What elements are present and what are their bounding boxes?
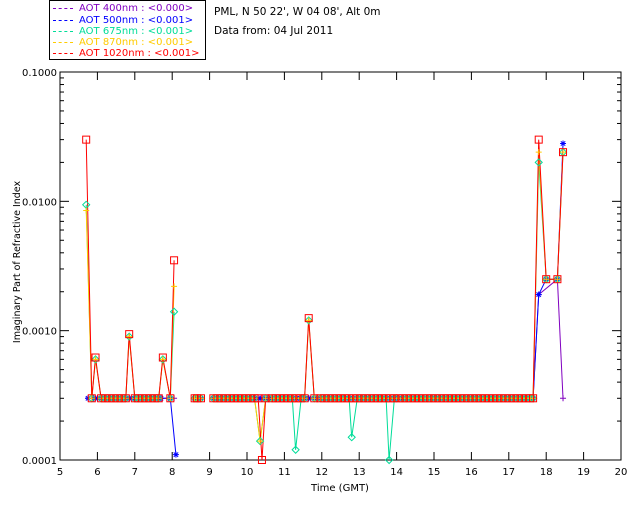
data-point-plus bbox=[535, 149, 542, 156]
data-point-plus bbox=[560, 395, 567, 402]
x-tick-label: 18 bbox=[540, 467, 553, 478]
x-tick-label: 13 bbox=[353, 467, 366, 478]
legend-label-1020nm: AOT 1020nm : <0.001> bbox=[79, 48, 200, 59]
data-point-star bbox=[535, 291, 542, 298]
site-info: PML, N 50 22', W 04 08', Alt 0m bbox=[214, 6, 381, 18]
x-tick-label: 11 bbox=[278, 467, 291, 478]
x-tick-label: 15 bbox=[428, 467, 441, 478]
legend-swatch-870nm bbox=[53, 41, 73, 43]
x-tick-label: 17 bbox=[502, 467, 515, 478]
data-point-star bbox=[172, 451, 179, 458]
y-tick-label: 0.0010 bbox=[22, 327, 57, 338]
y-tick-label: 0.0001 bbox=[22, 456, 57, 467]
x-axis-label: Time (GMT) bbox=[310, 483, 369, 494]
legend-swatch-500nm bbox=[53, 19, 73, 21]
data-point-star bbox=[560, 140, 567, 147]
x-tick-label: 12 bbox=[315, 467, 328, 478]
chart-canvas: 5 6 7 8 9 10 11 12 13 14 15 16 17 18 19 20 0.0001 0.0010 0… bbox=[12, 68, 628, 494]
x-tick-label: 8 bbox=[169, 467, 175, 478]
date-info: Data from: 04 Jul 2011 bbox=[214, 25, 334, 37]
x-tick-label: 9 bbox=[206, 467, 212, 478]
x-tick-label: 20 bbox=[615, 467, 628, 478]
legend-label-400nm: AOT 400nm : <0.000> bbox=[79, 3, 194, 14]
x-tick-label: 7 bbox=[132, 467, 138, 478]
x-tick-label: 19 bbox=[577, 467, 590, 478]
series-line bbox=[213, 278, 564, 399]
x-tick-label: 10 bbox=[241, 467, 254, 478]
legend-item-500nm: AOT 500nm : <0.001> bbox=[53, 15, 193, 26]
legend-swatch-675nm bbox=[53, 30, 73, 32]
legend-item-1020nm: AOT 1020nm : <0.001> bbox=[53, 48, 199, 59]
series-markers bbox=[81, 135, 568, 465]
legend-label-675nm: AOT 675nm : <0.001> bbox=[79, 26, 194, 37]
data-point-plus bbox=[171, 283, 178, 290]
x-tick-label: 6 bbox=[94, 467, 100, 478]
legend-item-400nm: AOT 400nm : <0.000> bbox=[53, 3, 193, 14]
legend-item-870nm: AOT 870nm : <0.001> bbox=[53, 37, 193, 48]
x-tick-label: 14 bbox=[390, 467, 403, 478]
series-line bbox=[85, 210, 175, 399]
series-line bbox=[88, 397, 177, 455]
legend-swatch-1020nm bbox=[53, 52, 73, 54]
data-point-plus bbox=[83, 207, 90, 214]
y-tick-label: 0.0100 bbox=[22, 197, 57, 208]
legend-item-675nm: AOT 675nm : <0.001> bbox=[53, 26, 193, 37]
legend: AOT 400nm : <0.000> AOT 500nm : <0.001> … bbox=[49, 0, 206, 60]
series-line bbox=[213, 143, 564, 399]
legend-swatch-400nm bbox=[53, 7, 73, 9]
legend-label-500nm: AOT 500nm : <0.001> bbox=[79, 15, 194, 26]
series-line bbox=[213, 139, 564, 461]
y-tick-label: 0.1000 bbox=[22, 68, 57, 79]
y-axis-label: Imaginary Part of Refractive Index bbox=[12, 181, 23, 344]
series-line bbox=[213, 152, 564, 461]
x-tick-label: 5 bbox=[57, 467, 63, 478]
x-tick-label: 16 bbox=[465, 467, 478, 478]
series-line bbox=[85, 204, 175, 399]
legend-label-870nm: AOT 870nm : <0.001> bbox=[79, 37, 194, 48]
series-lines bbox=[85, 139, 564, 461]
